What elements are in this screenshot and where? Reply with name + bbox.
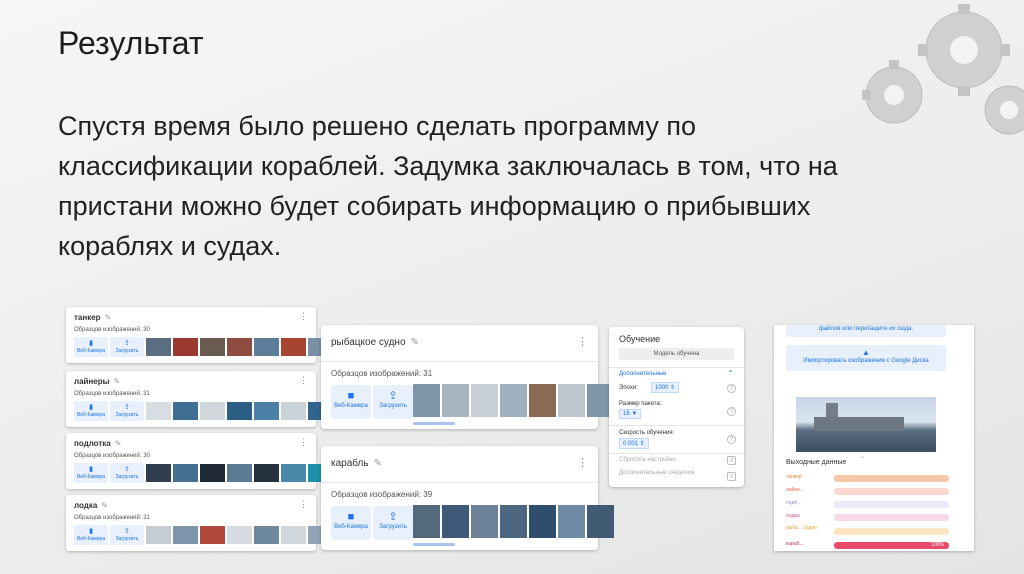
class-card-submarine: подлотка ✎ ⋮ Образцов изображений: 30 ▮ Ве…: [66, 433, 387, 489]
upload-icon: ⇪: [388, 511, 398, 523]
help-icon[interactable]: ?: [727, 435, 736, 444]
output-title: Выходные данные: [786, 459, 847, 466]
sample-count: Образцов изображений: 39: [331, 490, 433, 499]
video-camera-icon: ■: [347, 390, 355, 402]
batch-size-select[interactable]: 16 ▼: [619, 409, 642, 419]
webcam-button[interactable]: ■ Веб-Камера: [331, 506, 371, 540]
upload-icon: ⇪: [388, 390, 398, 402]
slide-title: Результат: [58, 25, 204, 61]
webcam-button[interactable]: ■ Веб-Камера: [331, 385, 371, 419]
class-name[interactable]: танкер ✎: [74, 313, 111, 322]
train-model-button[interactable]: Модель обучена: [619, 348, 734, 360]
webcam-button[interactable]: ▮ Веб-Камера: [74, 525, 108, 545]
learning-rate-input[interactable]: 0.001 ⇕: [619, 438, 649, 449]
thumbnail-scrollbar[interactable]: [413, 422, 455, 425]
more-options-icon[interactable]: ⋮: [299, 499, 308, 510]
output-row: лодка: [786, 513, 956, 522]
output-bar: [834, 475, 949, 482]
more-options-icon[interactable]: ⋮: [299, 311, 308, 322]
sample-count: Образцов изображений: 30: [74, 453, 150, 459]
output-row: танкер: [786, 474, 956, 483]
class-card-boat: лодка ✎ ⋮ Образцов изображений: 31 ▮ Веб-К…: [66, 495, 387, 551]
more-options-icon[interactable]: ⋮: [299, 375, 308, 386]
webcam-button[interactable]: ▮ Веб-Камера: [74, 401, 108, 421]
edit-pencil-icon[interactable]: ✎: [105, 313, 112, 322]
video-camera-icon: ▮: [89, 404, 93, 411]
sample-thumbnails: [413, 505, 614, 538]
upload-icon: ⇪: [124, 340, 130, 347]
sample-count: Образцов изображений: 31: [331, 369, 433, 378]
help-icon[interactable]: ?: [727, 384, 736, 393]
preview-panel: файлов или перетащите их сюда. ▲ Импортир…: [774, 325, 974, 551]
teachable-machine-screenshot: танкер ✎ ⋮ Образцов изображений: 30 ▮ Веб-…: [66, 305, 976, 552]
preview-image: [796, 397, 936, 452]
class-card-tanker: танкер ✎ ⋮ Образцов изображений: 30 ▮ Веб-…: [66, 307, 387, 363]
help-icon[interactable]: ?: [727, 407, 736, 416]
gears-decoration-icon: [862, 4, 1024, 135]
more-options-icon[interactable]: ⋮: [577, 456, 588, 469]
video-camera-icon: ■: [347, 511, 355, 523]
upload-icon: ⇪: [124, 404, 130, 411]
chevron-up-icon[interactable]: ⌃: [727, 369, 734, 378]
class-name[interactable]: карабль ✎: [331, 458, 382, 469]
webcam-button[interactable]: ▮ Веб-Камера: [74, 463, 108, 483]
output-percent: 100%: [931, 542, 944, 548]
edit-pencil-icon[interactable]: ✎: [374, 458, 382, 469]
google-drive-icon: ▲: [862, 348, 870, 357]
edit-pencil-icon[interactable]: ✎: [411, 337, 419, 348]
reset-icon[interactable]: ↺: [727, 456, 736, 465]
more-info-link[interactable]: Дополнительные сведения: [619, 470, 699, 477]
class-name[interactable]: лодка ✎: [74, 501, 108, 510]
epochs-input[interactable]: 1000 ⇕: [651, 382, 680, 393]
training-title: Обучение: [619, 334, 661, 344]
thumbnail-scrollbar[interactable]: [413, 543, 455, 546]
video-camera-icon: ▮: [89, 466, 93, 473]
training-panel: Обучение Модель обучена Дополнительные ⌃…: [609, 327, 744, 487]
epochs-label: Эпохи:: [619, 385, 638, 391]
webcam-button[interactable]: ▮ Веб-Камера: [74, 337, 108, 357]
class-name[interactable]: рыбацкое судно ✎: [331, 337, 419, 348]
edit-pencil-icon[interactable]: ✎: [115, 439, 122, 448]
output-row: рыба... судно: [786, 525, 956, 539]
sample-count: Образцов изображений: 31: [74, 391, 150, 397]
reset-settings-button[interactable]: Сбросить настройки: [619, 457, 676, 463]
output-bar: [834, 514, 949, 521]
edit-pencil-icon[interactable]: ✎: [113, 377, 120, 386]
batch-size-label: Размер пакета:: [619, 401, 662, 407]
upload-files-dropzone[interactable]: файлов или перетащите их сюда.: [786, 325, 946, 337]
upload-button[interactable]: ⇪ Загрузить: [110, 337, 144, 357]
output-row: лайне...: [786, 487, 956, 496]
video-camera-icon: ▮: [89, 340, 93, 347]
sample-count: Образцов изображений: 30: [74, 327, 150, 333]
upload-button[interactable]: ⇪ Загрузить: [373, 506, 413, 540]
import-google-drive-button[interactable]: ▲ Импортировать изображения с Google Диск…: [786, 345, 946, 371]
upload-icon: ⇪: [124, 528, 130, 535]
upload-button[interactable]: ⇪ Загрузить: [110, 525, 144, 545]
output-bar: [834, 501, 949, 508]
class-name[interactable]: лайнеры ✎: [74, 377, 120, 386]
class-card-fishing-vessel: рыбацкое судно ✎ ⋮ Образцов изображений: …: [321, 325, 614, 429]
more-options-icon[interactable]: ⋮: [299, 437, 308, 448]
output-bar: [834, 488, 949, 495]
slide-body-text: Спустя время было решено сделать програм…: [58, 111, 838, 261]
edit-pencil-icon[interactable]: ✎: [101, 501, 108, 510]
class-name[interactable]: подлотка ✎: [74, 439, 121, 448]
upload-button[interactable]: ⇪ Загрузить: [110, 401, 144, 421]
upload-icon: ⇪: [124, 466, 130, 473]
upload-button[interactable]: ⇪ Загрузить: [373, 385, 413, 419]
class-card-liners: лайнеры ✎ ⋮ Образцов изображений: 31 ▮ Веб…: [66, 371, 387, 427]
output-row: подл...: [786, 500, 956, 509]
advanced-toggle[interactable]: Дополнительные: [619, 371, 667, 377]
learning-rate-label: Скорость обучения:: [619, 430, 675, 436]
sample-thumbnails: [413, 384, 614, 417]
more-options-icon[interactable]: ⋮: [577, 335, 588, 348]
video-camera-icon: ▮: [89, 528, 93, 535]
info-icon[interactable]: ≡: [727, 472, 736, 481]
expand-icon[interactable]: ⌄: [860, 453, 865, 460]
output-row: караб... 100%: [786, 541, 956, 550]
upload-button[interactable]: ⇪ Загрузить: [110, 463, 144, 483]
output-bar: [834, 528, 949, 535]
sample-count: Образцов изображений: 31: [74, 515, 150, 521]
class-card-ship: карабль ✎ ⋮ Образцов изображений: 39 ■ Веб…: [321, 446, 614, 550]
